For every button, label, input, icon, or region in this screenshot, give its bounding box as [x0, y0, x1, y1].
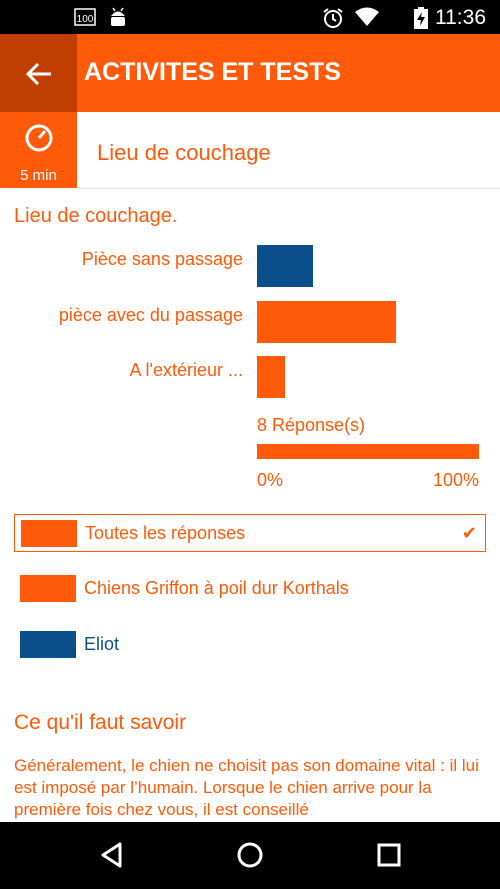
navigation-bar — [0, 822, 500, 889]
timer-icon — [25, 124, 53, 152]
arrow-left-icon — [25, 62, 51, 86]
timer-label: 5 min — [20, 167, 57, 184]
legend-label: Chiens Griffon à poil dur Korthals — [84, 578, 349, 598]
notification-100-icon: 100 — [74, 8, 96, 26]
legend-swatch — [21, 520, 77, 547]
tick-label-100: 100% — [432, 470, 479, 490]
legend-label: Eliot — [84, 634, 120, 654]
app-title: ACTIVITES ET TESTS — [84, 58, 341, 86]
legend-swatch — [20, 631, 76, 658]
alarm-icon — [323, 8, 343, 28]
scale-bar — [257, 444, 479, 459]
android-icon — [111, 7, 125, 26]
recents-square-icon[interactable] — [376, 842, 402, 868]
wifi-icon — [355, 7, 379, 26]
category-label-2: pièce avec du passage — [58, 305, 243, 325]
question-title: Lieu de couchage. — [14, 205, 178, 227]
responses-count: 8 Réponse(s) — [257, 415, 366, 435]
info-text: Généralement, le chien ne choisit pas so… — [14, 756, 479, 819]
subheader-title: Lieu de couchage — [97, 140, 271, 165]
status-bar: 100 11:36 — [0, 0, 500, 34]
check-icon: ✔ — [461, 523, 477, 543]
clock: 11:36 — [435, 6, 486, 29]
back-triangle-icon[interactable] — [98, 841, 126, 869]
category-label-3: A l'extérieur ... — [129, 360, 243, 380]
legend-item-all[interactable]: Toutes les réponses ✔ — [14, 514, 486, 552]
back-button[interactable] — [0, 34, 77, 112]
category-label-1: Pièce sans passage — [81, 249, 243, 269]
subheader: Lieu de couchage — [77, 112, 500, 189]
legend-label: Toutes les réponses — [85, 523, 246, 543]
legend-swatch — [20, 575, 76, 602]
info-heading: Ce qu'il faut savoir — [14, 711, 187, 734]
bar-3-series-2 — [257, 356, 285, 398]
bar-2-series-2 — [257, 301, 396, 343]
tick-label-0: 0% — [257, 470, 284, 490]
legend-item-eliot[interactable]: Eliot — [14, 626, 486, 664]
legend-item-korthals[interactable]: Chiens Griffon à poil dur Korthals — [14, 570, 486, 608]
bar-1-series-1 — [257, 245, 313, 287]
home-circle-icon[interactable] — [236, 841, 264, 869]
battery-charging-icon — [414, 7, 428, 29]
timer-badge: 5 min — [0, 112, 77, 188]
svg-text:100: 100 — [77, 14, 94, 25]
app-bar: ACTIVITES ET TESTS — [0, 34, 500, 112]
